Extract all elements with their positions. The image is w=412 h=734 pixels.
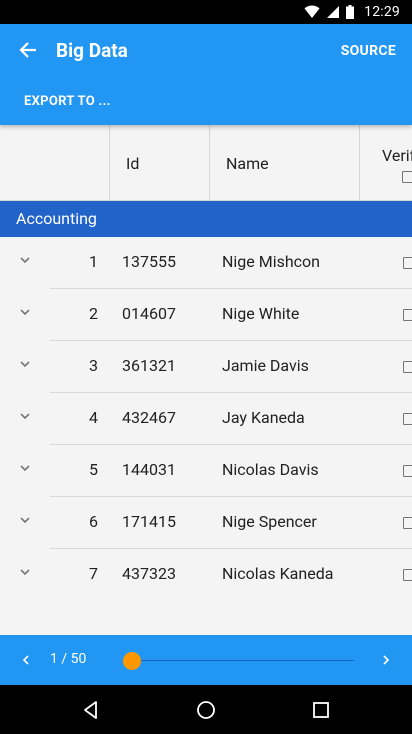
verified-checkbox[interactable] bbox=[403, 413, 412, 425]
column-divider bbox=[359, 125, 360, 201]
row-id: 144031 bbox=[122, 460, 176, 479]
page-slider-track[interactable] bbox=[132, 660, 354, 661]
column-divider bbox=[209, 125, 210, 201]
table-row[interactable]: 5 144031 Nicolas Davis bbox=[0, 445, 412, 497]
row-name: Jamie Davis bbox=[222, 356, 309, 375]
row-name: Nige Mishcon bbox=[222, 252, 321, 271]
row-number: 2 bbox=[89, 304, 98, 323]
status-time: 12:29 bbox=[364, 4, 400, 20]
row-id: 361321 bbox=[122, 356, 176, 375]
column-divider bbox=[109, 125, 110, 201]
chevron-down-icon[interactable] bbox=[18, 409, 32, 423]
row-name: Jay Kaneda bbox=[222, 408, 305, 427]
table-row[interactable]: 7 437323 Nicolas Kaneda bbox=[0, 549, 412, 601]
signal-icon bbox=[327, 6, 340, 18]
row-id: 171415 bbox=[122, 512, 176, 531]
nav-recents-button[interactable] bbox=[308, 697, 334, 723]
row-name: Nige White bbox=[222, 304, 300, 323]
chevron-down-icon[interactable] bbox=[18, 253, 32, 267]
row-id: 437323 bbox=[122, 564, 176, 583]
source-button[interactable]: SOURCE bbox=[341, 43, 396, 59]
wifi-icon bbox=[304, 5, 320, 18]
next-page-button[interactable] bbox=[376, 648, 396, 672]
chevron-down-icon[interactable] bbox=[18, 357, 32, 371]
verified-checkbox[interactable] bbox=[403, 517, 412, 529]
verified-checkbox[interactable] bbox=[403, 257, 412, 269]
verified-checkbox[interactable] bbox=[403, 569, 412, 581]
select-all-checkbox[interactable] bbox=[402, 171, 412, 183]
column-header-name[interactable]: Name bbox=[226, 154, 269, 173]
previous-page-button[interactable] bbox=[16, 648, 36, 672]
table-row[interactable]: 6 171415 Nige Spencer bbox=[0, 497, 412, 549]
page-slider-thumb[interactable] bbox=[123, 652, 141, 670]
app-bar: Big Data SOURCE EXPORT TO ... bbox=[0, 24, 412, 125]
row-number: 5 bbox=[89, 460, 98, 479]
row-number: 7 bbox=[89, 564, 98, 583]
nav-back-button[interactable] bbox=[78, 697, 104, 723]
chevron-right-icon bbox=[383, 655, 390, 665]
row-number: 1 bbox=[89, 252, 98, 271]
nav-home-button[interactable] bbox=[193, 697, 219, 723]
back-button[interactable] bbox=[10, 36, 46, 64]
row-id: 014607 bbox=[122, 304, 176, 323]
verified-checkbox[interactable] bbox=[403, 465, 412, 477]
column-header-id[interactable]: Id bbox=[126, 154, 139, 173]
battery-icon bbox=[346, 5, 355, 19]
table-row[interactable]: 3 361321 Jamie Davis bbox=[0, 341, 412, 393]
data-grid: Id Name Verif Accounting 1 137555 Nige M… bbox=[0, 125, 412, 635]
system-nav-bar bbox=[0, 685, 412, 734]
row-id: 432467 bbox=[122, 408, 176, 427]
page-indicator: 1 / 50 bbox=[50, 651, 87, 667]
table-row[interactable]: 4 432467 Jay Kaneda bbox=[0, 393, 412, 445]
square-recents-icon bbox=[313, 702, 329, 718]
column-header-verified[interactable]: Verif bbox=[382, 146, 412, 165]
row-name: Nicolas Davis bbox=[222, 460, 319, 479]
status-icons: 12:29 bbox=[304, 0, 400, 24]
row-number: 6 bbox=[89, 512, 98, 531]
pager-bar: 1 / 50 bbox=[0, 635, 412, 685]
triangle-back-icon bbox=[84, 701, 97, 719]
status-bar: 12:29 bbox=[0, 0, 412, 24]
row-id: 137555 bbox=[122, 252, 176, 271]
verified-checkbox[interactable] bbox=[403, 309, 412, 321]
chevron-down-icon[interactable] bbox=[18, 305, 32, 319]
row-name: Nige Spencer bbox=[222, 512, 317, 531]
table-row[interactable]: 2 014607 Nige White bbox=[0, 289, 412, 341]
chevron-left-icon bbox=[22, 655, 29, 665]
page-title: Big Data bbox=[56, 39, 128, 62]
chevron-down-icon[interactable] bbox=[18, 565, 32, 579]
row-name: Nicolas Kaneda bbox=[222, 564, 334, 583]
arrow-left-icon bbox=[19, 42, 36, 58]
chevron-down-icon[interactable] bbox=[18, 461, 32, 475]
chevron-down-icon[interactable] bbox=[18, 513, 32, 527]
verified-checkbox[interactable] bbox=[403, 361, 412, 373]
row-number: 4 bbox=[89, 408, 98, 427]
table-row[interactable]: 1 137555 Nige Mishcon bbox=[0, 237, 412, 289]
export-button[interactable]: EXPORT TO ... bbox=[24, 94, 111, 109]
group-header[interactable]: Accounting bbox=[0, 201, 412, 237]
table-header: Id Name Verif bbox=[0, 125, 412, 201]
circle-home-icon bbox=[197, 701, 215, 719]
row-number: 3 bbox=[89, 356, 98, 375]
